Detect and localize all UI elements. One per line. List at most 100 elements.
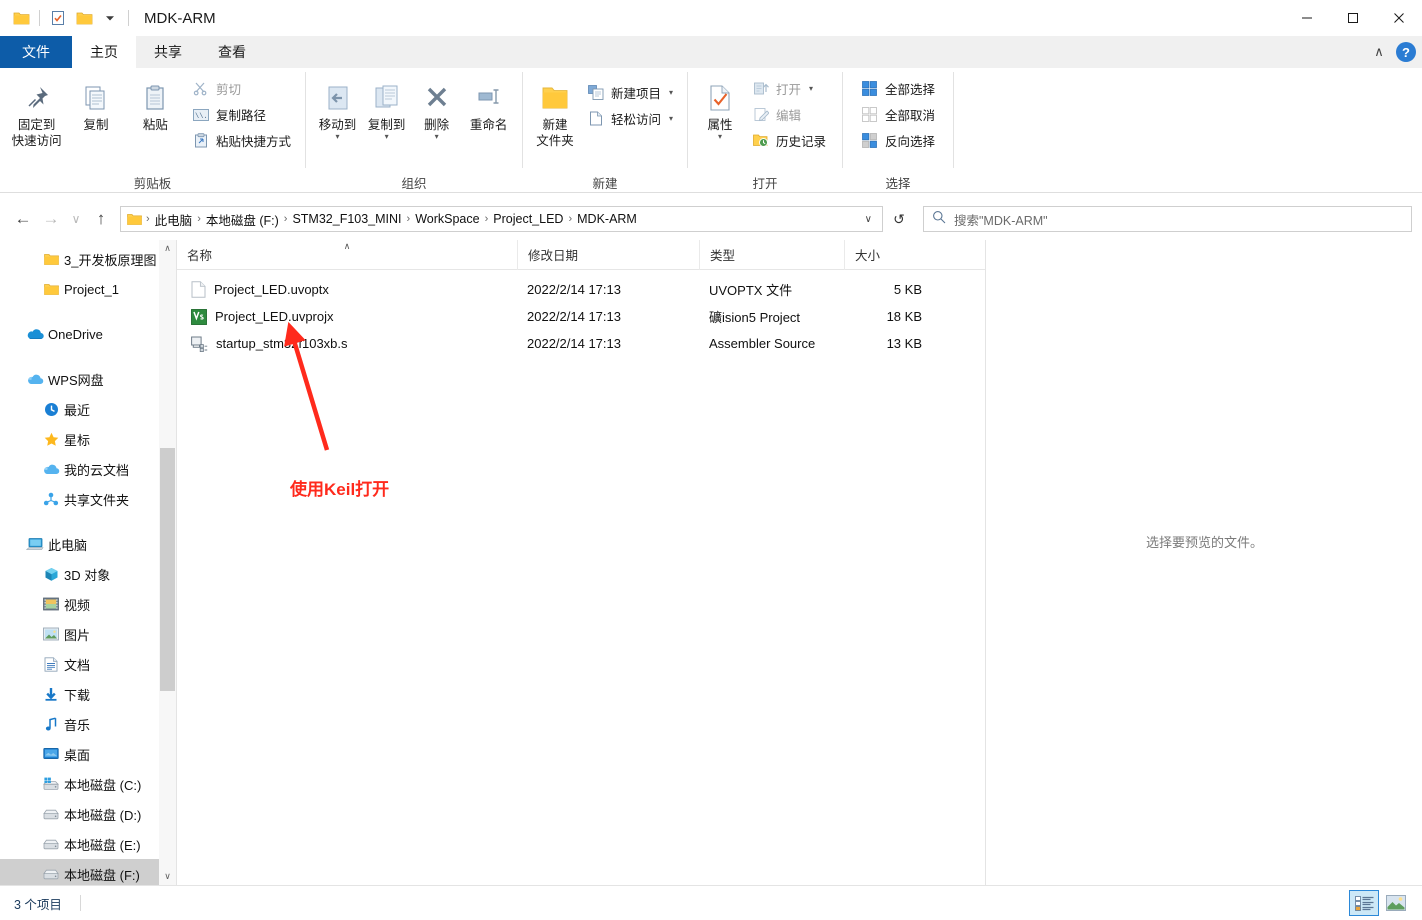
search-input[interactable]: 搜索"MDK-ARM" — [954, 210, 1048, 229]
forward-button[interactable]: → — [38, 206, 64, 232]
sidebar-item-label: 本地磁盘 (D:) — [64, 807, 142, 823]
copy-to-caret-icon[interactable]: ▾ — [385, 132, 389, 140]
sidebar-item-18[interactable]: 桌面 — [0, 739, 176, 769]
breadcrumb-item-3[interactable]: WorkSpace — [412, 212, 482, 226]
cut-button[interactable]: 剪切 — [186, 76, 297, 101]
checkbox-icon[interactable] — [45, 5, 71, 31]
sidebar-item-11[interactable]: 此电脑 — [0, 529, 176, 559]
sidebar-item-21[interactable]: 本地磁盘 (E:) — [0, 829, 176, 859]
delete-button[interactable]: 删除 ▾ — [412, 72, 461, 140]
rename-button[interactable]: 重命名 — [463, 72, 514, 134]
delete-caret-icon[interactable]: ▾ — [435, 132, 439, 140]
column-header-size[interactable]: 大小 — [844, 239, 944, 270]
breadcrumb-folder-icon — [127, 213, 144, 226]
folder-icon[interactable] — [8, 5, 34, 31]
address-bar[interactable]: › 此电脑 › 本地磁盘 (F:) › STM32_F103_MINI › Wo… — [120, 206, 883, 232]
navigation-scrollbar[interactable]: ∧ ∨ — [159, 240, 176, 885]
quick-access-dropdown-icon[interactable] — [97, 5, 123, 31]
minimize-button[interactable] — [1284, 0, 1330, 36]
easy-access-caret-icon[interactable]: ▾ — [669, 114, 673, 123]
sidebar-item-12[interactable]: 3D 对象 — [0, 559, 176, 589]
scroll-up-icon[interactable]: ∧ — [159, 240, 176, 257]
scroll-down-icon[interactable]: ∨ — [159, 868, 176, 885]
breadcrumb-item-1[interactable]: 本地磁盘 (F:) — [203, 210, 282, 229]
maximize-button[interactable] — [1330, 0, 1376, 36]
folder-icon-2[interactable] — [71, 5, 97, 31]
copy-to-button[interactable]: 复制到 ▾ — [363, 72, 410, 140]
sidebar-item-17[interactable]: 音乐 — [0, 709, 176, 739]
details-view-button[interactable] — [1349, 890, 1379, 916]
copy-path-button[interactable]: \\.. 复制路径 — [186, 102, 297, 127]
new-folder-button[interactable]: 新建 文件夹 — [531, 72, 579, 149]
scrollbar-thumb[interactable] — [160, 448, 175, 691]
open-button[interactable]: 打开 ▾ — [746, 76, 832, 101]
desktop-icon — [38, 747, 64, 761]
sidebar-item-7[interactable]: 星标 — [0, 424, 176, 454]
downloads-icon — [38, 687, 64, 702]
help-button[interactable]: ? — [1396, 42, 1416, 62]
breadcrumb-item-5[interactable]: MDK-ARM — [574, 212, 640, 226]
refresh-button[interactable]: ↺ — [885, 206, 913, 232]
sidebar-item-6[interactable]: 最近 — [0, 394, 176, 424]
easy-access-button[interactable]: 轻松访问 ▾ — [581, 106, 679, 131]
tab-share[interactable]: 共享 — [136, 36, 200, 68]
breadcrumb-item-4[interactable]: Project_LED — [490, 212, 566, 226]
sidebar-item-9[interactable]: 共享文件夹 — [0, 484, 176, 514]
file-date-cell: 2022/2/14 17:13 — [527, 282, 621, 297]
copy-button[interactable]: 复制 — [67, 72, 124, 134]
tab-home[interactable]: 主页 — [72, 36, 136, 68]
sidebar-item-8[interactable]: 我的云文档 — [0, 454, 176, 484]
sidebar-item-0[interactable]: 3_开发板原理图 — [0, 244, 176, 274]
select-none-button[interactable]: 全部取消 — [855, 102, 941, 127]
table-row[interactable]: Project_LED.uvoptx 2022/2/14 17:13 UVOPTX … — [177, 276, 985, 303]
file-name-cell[interactable]: startup_stm32f103xb.s — [177, 330, 517, 357]
invert-selection-button[interactable]: 反向选择 — [855, 128, 941, 153]
sidebar-item-16[interactable]: 下载 — [0, 679, 176, 709]
back-button[interactable]: ← — [10, 206, 36, 232]
table-row[interactable]: startup_stm32f103xb.s 2022/2/14 17:13 Asse… — [177, 330, 985, 357]
open-caret-icon[interactable]: ▾ — [809, 84, 813, 93]
breadcrumb-item-0[interactable]: 此电脑 — [152, 210, 196, 229]
search-box[interactable]: 搜索"MDK-ARM" — [923, 206, 1412, 232]
column-header-type[interactable]: 类型 — [699, 239, 844, 270]
pin-to-quick-access-button[interactable]: 固定到 快速访问 — [8, 72, 65, 149]
move-to-caret-icon[interactable]: ▾ — [336, 132, 340, 140]
large-icons-view-button[interactable] — [1382, 891, 1410, 915]
select-all-button[interactable]: 全部选择 — [855, 76, 941, 101]
sidebar-item-22[interactable]: 本地磁盘 (F:) — [0, 859, 176, 885]
column-header-date[interactable]: 修改日期 — [517, 239, 699, 270]
sidebar-item-19[interactable]: 本地磁盘 (C:) — [0, 769, 176, 799]
select-none-icon — [861, 106, 879, 124]
sidebar-item-13[interactable]: 视频 — [0, 589, 176, 619]
sidebar-item-20[interactable]: 本地磁盘 (D:) — [0, 799, 176, 829]
up-button[interactable]: ↑ — [88, 206, 114, 232]
move-to-button[interactable]: 移动到 ▾ — [314, 72, 361, 140]
paste-button[interactable]: 粘贴 — [127, 72, 184, 134]
paste-shortcut-button[interactable]: 粘贴快捷方式 — [186, 128, 297, 153]
tab-file[interactable]: 文件 — [0, 36, 72, 68]
edit-button[interactable]: 编辑 — [746, 102, 832, 127]
pin-icon — [22, 78, 52, 118]
history-button[interactable]: 历史记录 — [746, 128, 832, 153]
sidebar-item-14[interactable]: 图片 — [0, 619, 176, 649]
column-header-name[interactable]: 名称 — [177, 240, 517, 270]
sidebar-item-1[interactable]: Project_1 — [0, 274, 176, 304]
file-name-cell[interactable]: Project_LED.uvprojx — [177, 303, 517, 330]
sidebar-item-5[interactable]: WPS网盘 — [0, 364, 176, 394]
breadcrumb-item-2[interactable]: STM32_F103_MINI — [289, 212, 404, 226]
properties-caret-icon[interactable]: ▾ — [718, 132, 722, 140]
table-row[interactable]: Project_LED.uvprojx 2022/2/14 17:13 礦ision… — [177, 303, 985, 330]
address-dropdown-icon[interactable]: ∨ — [859, 214, 878, 225]
properties-button[interactable]: 属性 ▾ — [696, 72, 744, 140]
collapse-ribbon-icon[interactable]: ∧ — [1368, 41, 1390, 63]
file-name-cell[interactable]: Project_LED.uvoptx — [177, 276, 517, 303]
new-item-button[interactable]: 新建项目 ▾ — [581, 80, 679, 105]
easy-access-label: 轻松访问 — [610, 113, 661, 127]
sidebar-item-3[interactable]: OneDrive — [0, 319, 176, 349]
tab-view[interactable]: 查看 — [200, 36, 264, 68]
sidebar-item-15[interactable]: 文档 — [0, 649, 176, 679]
recent-locations-button[interactable]: ∨ — [66, 206, 86, 232]
this-pc-icon — [22, 537, 48, 552]
close-button[interactable] — [1376, 0, 1422, 36]
new-item-caret-icon[interactable]: ▾ — [669, 88, 673, 97]
